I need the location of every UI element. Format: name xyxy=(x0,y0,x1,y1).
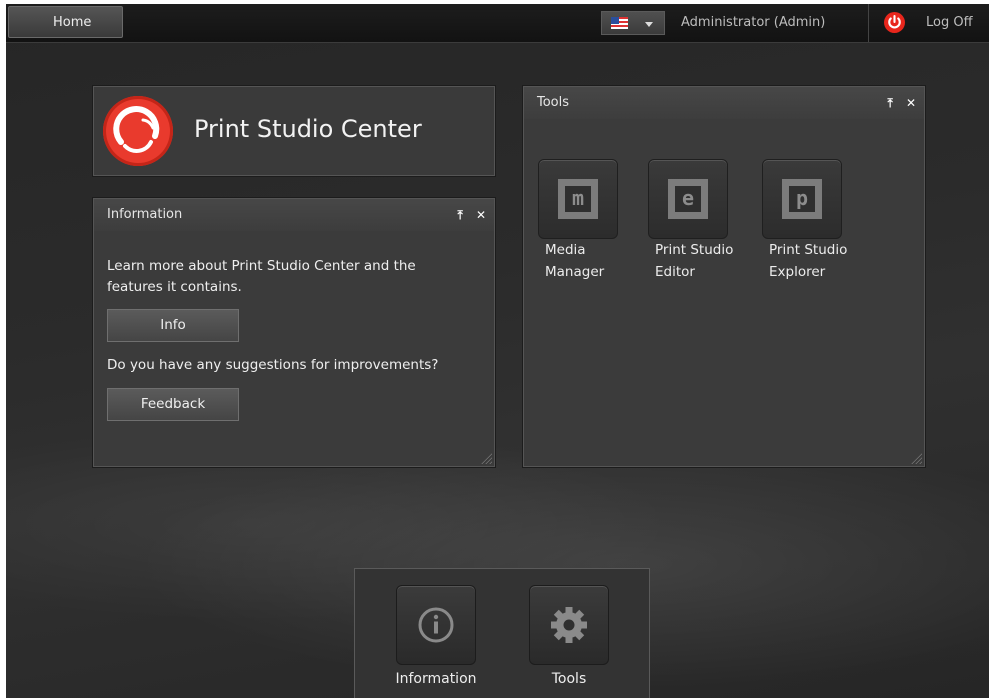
resize-grip-icon[interactable] xyxy=(910,452,922,464)
info-description-line1: Learn more about Print Studio Center and… xyxy=(107,258,416,274)
panel-title: Tools xyxy=(524,87,924,119)
info-description-line2: features it contains. xyxy=(107,279,242,295)
logoff-button[interactable]: Log Off xyxy=(868,4,989,42)
gear-icon[interactable] xyxy=(529,585,609,665)
tools-panel: Tools ⤒ ✕ m Media Manager e Print Studio… xyxy=(523,86,925,467)
desktop: Home Administrator (Admin) Log Off Print… xyxy=(6,4,989,698)
tool-label: Media xyxy=(545,242,586,258)
user-name[interactable]: Administrator (Admin) xyxy=(681,15,825,30)
resize-grip-icon[interactable] xyxy=(480,452,492,464)
chevron-down-icon xyxy=(645,22,653,27)
tool-label: Manager xyxy=(545,264,605,280)
language-selector[interactable] xyxy=(601,11,665,35)
panel-title: Information xyxy=(94,199,494,231)
feedback-button[interactable]: Feedback xyxy=(107,388,239,421)
information-panel: Information ⤒ ✕ Learn more about Print S… xyxy=(93,198,495,467)
logoff-label[interactable]: Log Off xyxy=(926,15,973,30)
dock-label: Tools xyxy=(551,671,587,687)
power-icon xyxy=(884,12,905,33)
home-button[interactable]: Home xyxy=(8,6,123,38)
tool-label: Print Studio xyxy=(769,242,848,258)
suggestions-question: Do you have any suggestions for improvem… xyxy=(107,357,439,373)
explorer-icon[interactable]: p xyxy=(762,159,842,239)
close-icon[interactable]: ✕ xyxy=(476,199,486,231)
sitecore-logo-icon xyxy=(103,96,173,166)
editor-icon[interactable]: e xyxy=(648,159,728,239)
tool-label: Editor xyxy=(655,264,695,280)
us-flag-icon xyxy=(611,17,628,29)
tool-label: Print Studio xyxy=(655,242,734,258)
close-icon[interactable]: ✕ xyxy=(906,87,916,119)
info-icon[interactable] xyxy=(396,585,476,665)
app-header-panel: Print Studio Center xyxy=(93,86,495,176)
pin-icon[interactable]: ⤒ xyxy=(458,199,463,231)
info-button[interactable]: Info xyxy=(107,309,239,342)
top-bar: Home Administrator (Admin) Log Off xyxy=(6,4,989,43)
pin-icon[interactable]: ⤒ xyxy=(888,87,893,119)
dock: Information Tools xyxy=(354,568,650,698)
app-title: Print Studio Center xyxy=(194,115,422,143)
media-manager-icon[interactable]: m xyxy=(538,159,618,239)
tool-label: Explorer xyxy=(769,264,826,280)
dock-label: Information xyxy=(395,671,477,687)
